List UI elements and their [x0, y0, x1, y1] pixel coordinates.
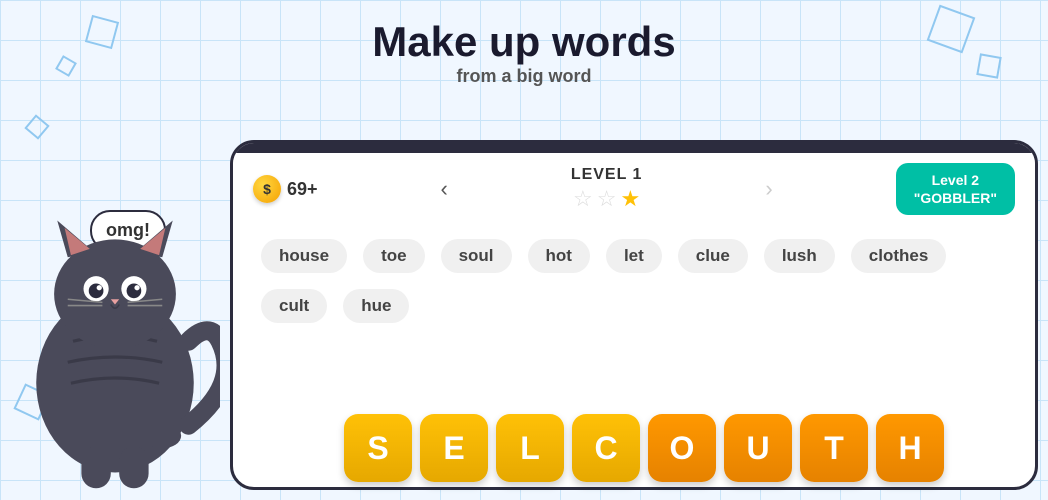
level-area: LEVEL 1 ☆ ☆ ★: [571, 166, 643, 212]
nav-left-arrow[interactable]: ‹: [436, 171, 453, 207]
next-level-line2: "GOBBLER": [914, 189, 997, 207]
tile-O[interactable]: O: [648, 414, 716, 482]
coin-icon: $: [253, 175, 281, 203]
word-lush[interactable]: lush: [764, 239, 835, 273]
tile-U[interactable]: U: [724, 414, 792, 482]
tile-L[interactable]: L: [496, 414, 564, 482]
tile-E[interactable]: E: [420, 414, 488, 482]
star-2: ☆: [597, 186, 617, 212]
next-level-button[interactable]: Level 2 "GOBBLER": [896, 163, 1015, 215]
panel-header: $ 69+ ‹ LEVEL 1 ☆ ☆ ★ › Level 2 "GOBBLER…: [233, 153, 1035, 225]
star-1: ☆: [573, 186, 593, 212]
word-toe[interactable]: toe: [363, 239, 425, 273]
word-clothes[interactable]: clothes: [851, 239, 947, 273]
words-area: house toe soul hot let clue lush clothes…: [233, 225, 1035, 337]
panel-topbar: [233, 143, 1035, 153]
level-label: LEVEL 1: [571, 166, 643, 184]
main-title: Make up words: [0, 18, 1048, 66]
tile-S[interactable]: S: [344, 414, 412, 482]
star-3: ★: [620, 186, 640, 212]
stars-row: ☆ ☆ ★: [571, 186, 643, 212]
sub-title: from a big word: [0, 66, 1048, 87]
cat-container: omg!: [0, 120, 230, 500]
tile-C[interactable]: C: [572, 414, 640, 482]
word-hue[interactable]: hue: [343, 289, 409, 323]
title-area: Make up words from a big word: [0, 18, 1048, 87]
tiles-area: S E L C O U T H: [344, 414, 944, 482]
word-soul[interactable]: soul: [441, 239, 512, 273]
word-let[interactable]: let: [606, 239, 662, 273]
tile-H[interactable]: H: [876, 414, 944, 482]
coins-amount: 69+: [287, 179, 318, 200]
cat-svg: [10, 130, 220, 500]
word-clue[interactable]: clue: [678, 239, 748, 273]
word-house[interactable]: house: [261, 239, 347, 273]
word-cult[interactable]: cult: [261, 289, 327, 323]
next-level-line1: Level 2: [914, 171, 997, 189]
tile-T[interactable]: T: [800, 414, 868, 482]
word-hot[interactable]: hot: [528, 239, 590, 273]
nav-right-arrow[interactable]: ›: [760, 171, 777, 207]
coins-display: $ 69+: [253, 175, 318, 203]
